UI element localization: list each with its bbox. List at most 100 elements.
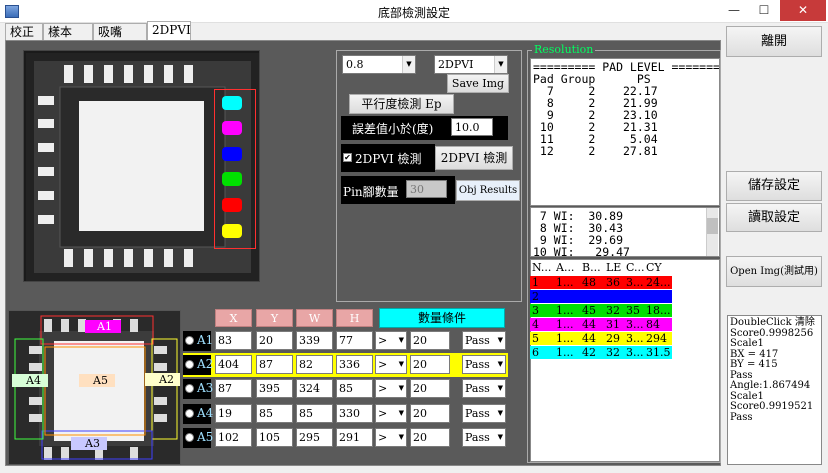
qty-input[interactable]: 20	[410, 428, 450, 447]
cell-x[interactable]: 102	[215, 428, 252, 447]
error-input[interactable]: 10.0	[451, 118, 493, 136]
cell-h[interactable]: 291	[336, 428, 373, 447]
pvi-checkbox[interactable]: ✔	[343, 153, 352, 162]
camera-image[interactable]	[23, 50, 260, 282]
cell-w[interactable]: 85	[296, 404, 333, 423]
overview-image[interactable]: A1 A2 A3 A4 A5	[8, 310, 181, 465]
cell-x[interactable]: 83	[215, 331, 252, 350]
cell-h[interactable]: 85	[336, 379, 373, 398]
operator-combo[interactable]: > ▼	[375, 331, 407, 350]
result-value: Pass	[465, 407, 490, 420]
roi-label-a1[interactable]: A1	[85, 320, 121, 333]
pin-count-input[interactable]: 30	[406, 180, 447, 198]
open-img-button[interactable]: Open Img(測試用)	[726, 256, 822, 287]
roi-radio[interactable]	[185, 409, 194, 418]
qty-input[interactable]: 20	[410, 379, 450, 398]
cell-y[interactable]: 105	[256, 428, 293, 447]
result-combo[interactable]: Pass ▼	[462, 331, 506, 350]
cell-h[interactable]: 336	[336, 355, 373, 374]
grid-cell: 84	[646, 318, 660, 331]
header-y: Y	[256, 309, 293, 327]
roi-label-a2[interactable]: A2	[145, 373, 180, 386]
roi-label-a5[interactable]: A5	[79, 374, 115, 387]
close-button[interactable]: ✕	[780, 0, 826, 21]
qty-input[interactable]: 20	[410, 404, 450, 423]
cell-h[interactable]: 77	[336, 331, 373, 350]
log-textbox[interactable]: DoubleClick 清除 Score0.9998256 Scale1 BX …	[727, 315, 822, 465]
qty-input[interactable]: 20	[410, 331, 450, 350]
grid-row[interactable]: 6 1... 42 32 3... 31.5	[530, 346, 716, 360]
roi-label-a3[interactable]: A3	[71, 437, 107, 450]
pvi-check-label: 2DPVI 檢測	[355, 152, 422, 166]
pad-cyan	[222, 96, 242, 110]
maximize-button[interactable]: ☐	[750, 0, 778, 21]
cell-y[interactable]: 20	[256, 331, 293, 350]
grid-cell: 1...	[556, 318, 574, 331]
operator-combo[interactable]: > ▼	[375, 379, 407, 398]
cell-x[interactable]: 19	[215, 404, 252, 423]
operator-combo[interactable]: > ▼	[375, 404, 407, 423]
cell-w[interactable]: 82	[296, 355, 333, 374]
operator-combo[interactable]: > ▼	[375, 355, 407, 374]
cell-w[interactable]: 324	[296, 379, 333, 398]
grid-cell: 48	[582, 276, 596, 289]
threshold-combo[interactable]: 0.8 ▼	[342, 55, 416, 74]
qty-input[interactable]: 20	[410, 355, 450, 374]
grid-row[interactable]: 5 1... 44 29 3... 294	[530, 332, 716, 346]
cell-w[interactable]: 339	[296, 331, 333, 350]
minimize-button[interactable]: —	[720, 0, 748, 21]
cell-y[interactable]: 87	[256, 355, 293, 374]
cell-h[interactable]: 330	[336, 404, 373, 423]
cell-y[interactable]: 395	[256, 379, 293, 398]
grid-cell	[626, 290, 644, 303]
wi-text[interactable]: 7 WI: 30.89 8 WI: 30.43 9 WI: 29.69 10 W…	[530, 207, 720, 257]
cell-y[interactable]: 85	[256, 404, 293, 423]
grid-header-cell[interactable]: N...	[532, 261, 554, 274]
chevron-down-icon: ▼	[494, 56, 507, 73]
grid-cell: 3...	[626, 332, 644, 345]
grid-cell: 32	[606, 304, 620, 317]
read-settings-button[interactable]: 讀取設定	[726, 203, 822, 232]
tab-2dpvi[interactable]: 2DPVI	[147, 21, 191, 41]
leave-button[interactable]: 離開	[726, 26, 822, 57]
result-combo[interactable]: Pass ▼	[462, 428, 506, 447]
roi-radio[interactable]	[185, 433, 194, 442]
cell-w[interactable]: 295	[296, 428, 333, 447]
grid-header-cell[interactable]: B...	[582, 261, 604, 274]
grid-row[interactable]: 1 1... 48 36 3... 24...	[530, 276, 716, 290]
pvi-detect-button[interactable]: 2DPVI 檢測	[435, 146, 513, 170]
grid-row[interactable]: 3 1... 45 32 35 18...	[530, 304, 716, 318]
chevron-down-icon: ▼	[497, 336, 503, 344]
grid-header-cell[interactable]: LE	[606, 261, 624, 274]
grid-header-cell[interactable]: CY	[646, 261, 678, 274]
roi-radio[interactable]	[185, 336, 194, 345]
roi-radio[interactable]	[185, 360, 194, 369]
tab-calibration[interactable]: 校正	[5, 23, 43, 41]
result-combo[interactable]: Pass ▼	[462, 355, 506, 374]
cell-x[interactable]: 87	[215, 379, 252, 398]
tab-sample[interactable]: 樣本	[43, 23, 93, 41]
wi-scrollbar[interactable]	[706, 208, 718, 256]
chevron-down-icon: ▼	[497, 433, 503, 441]
save-settings-button[interactable]: 儲存設定	[726, 171, 822, 201]
parallel-check-button[interactable]: 平行度檢測 Ep	[349, 94, 454, 114]
tab-nozzle-roi[interactable]: 吸嘴 Roi	[93, 23, 147, 55]
grid-row[interactable]: 2	[530, 290, 716, 304]
header-x: X	[215, 309, 252, 327]
grid-header-cell[interactable]: A...	[556, 261, 580, 274]
operator-value: >	[378, 431, 388, 444]
grid-cell: 1	[532, 276, 539, 289]
pad-magenta	[222, 121, 242, 135]
result-combo[interactable]: Pass ▼	[462, 379, 506, 398]
result-combo[interactable]: Pass ▼	[462, 404, 506, 423]
save-img-button[interactable]: Save Img	[447, 74, 509, 93]
roi-label-a4[interactable]: A4	[12, 374, 48, 387]
obj-results-button[interactable]: Obj Results	[456, 180, 520, 201]
grid-header-cell[interactable]: C...	[626, 261, 644, 274]
grid-row[interactable]: 4 1... 44 31 3... 84	[530, 318, 716, 332]
mode-combo[interactable]: 2DPVI ▼	[434, 55, 508, 74]
operator-combo[interactable]: > ▼	[375, 428, 407, 447]
roi-radio[interactable]	[185, 384, 194, 393]
cell-x[interactable]: 404	[215, 355, 252, 374]
pad-level-text[interactable]: ========= PAD LEVEL ======= Pad Group PS…	[530, 58, 720, 206]
